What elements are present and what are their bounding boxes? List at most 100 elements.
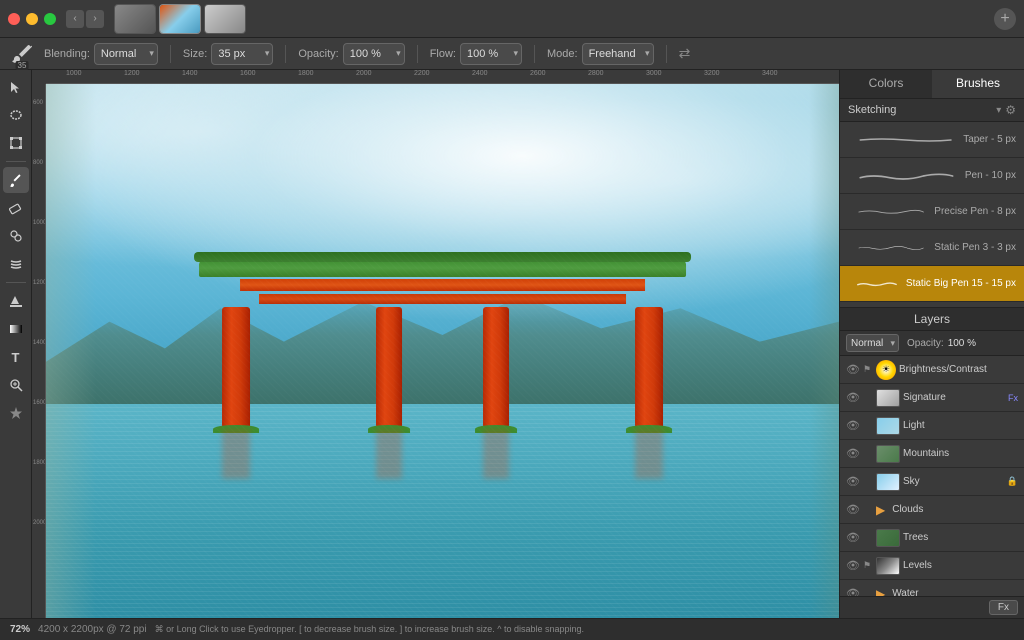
layer-item-clouds[interactable]: 👁 ▶ Clouds <box>840 496 1024 524</box>
tool-transform[interactable] <box>3 130 29 156</box>
tool-star[interactable] <box>3 400 29 426</box>
doc-tab-2[interactable] <box>159 4 201 34</box>
panel-tabs: Colors Brushes <box>840 70 1024 99</box>
size-control: Size: 35 px <box>183 43 273 65</box>
brush-preview-pen <box>856 166 957 186</box>
brush-preview-taper <box>856 130 955 150</box>
tool-text[interactable]: T <box>3 344 29 370</box>
brush-item-static-small[interactable]: Static Pen 3 - 3 px <box>840 230 1024 266</box>
layer-item-water[interactable]: 👁 ▶ Water <box>840 580 1024 596</box>
layer-eye-trees[interactable]: 👁 <box>846 531 860 544</box>
layer-item-signature[interactable]: 👁 Signature Fx <box>840 384 1024 412</box>
panel-bottom-bar: Fx <box>840 596 1024 618</box>
tool-zoom[interactable] <box>3 372 29 398</box>
doc-tab-3[interactable] <box>204 4 246 34</box>
layer-item-mountains[interactable]: 👁 Mountains <box>840 440 1024 468</box>
minimize-button[interactable] <box>26 13 38 25</box>
tool-lasso[interactable] <box>3 102 29 128</box>
tab-colors[interactable]: Colors <box>840 70 932 98</box>
forward-arrow[interactable]: › <box>86 10 104 28</box>
tool-separator-1 <box>6 161 26 162</box>
tool-gradient[interactable] <box>3 316 29 342</box>
layer-lock-sky: 🔒 <box>1007 476 1018 487</box>
add-tab-button[interactable]: + <box>994 8 1016 30</box>
brush-tool-indicator: 35 <box>8 40 36 68</box>
flow-control: Flow: 100 % <box>430 43 522 65</box>
tool-clone[interactable] <box>3 223 29 249</box>
doc-tab-1[interactable] <box>114 4 156 34</box>
layer-item-trees[interactable]: 👁 Trees <box>840 524 1024 552</box>
brush-preview-precise <box>856 202 926 222</box>
layer-eye-sky[interactable]: 👁 <box>846 475 860 488</box>
canvas-area[interactable]: 1000 1200 1400 1600 1800 2000 2200 2400 … <box>32 70 839 618</box>
tool-brush[interactable] <box>3 167 29 193</box>
tool-fill[interactable] <box>3 288 29 314</box>
brush-name-taper: Taper - 5 px <box>963 134 1016 145</box>
layer-thumb-levels <box>876 557 900 575</box>
tool-smudge[interactable] <box>3 251 29 277</box>
layer-eye-signature[interactable]: 👁 <box>846 391 860 404</box>
brush-item-static-big[interactable]: Static Big Pen 15 - 15 px <box>840 266 1024 302</box>
statusbar: 72% 4200 x 2200px @ 72 ppi ⌘ or Long Cli… <box>0 618 1024 640</box>
layer-item-levels[interactable]: 👁 ⚑ Levels <box>840 552 1024 580</box>
traffic-lights <box>8 13 56 25</box>
layer-item-light[interactable]: 👁 Light <box>840 412 1024 440</box>
opacity-select[interactable]: 100 % <box>343 43 405 65</box>
layer-thumb-signature <box>876 389 900 407</box>
brush-preview-static-small <box>856 238 926 258</box>
size-select[interactable]: 35 px <box>211 43 273 65</box>
torii-nuki2 <box>259 294 627 304</box>
tool-eraser[interactable] <box>3 195 29 221</box>
layer-eye-light[interactable]: 👁 <box>846 419 860 432</box>
brush-preview-static-big <box>856 274 898 294</box>
layers-list: 👁 ⚑ ☀ Brightness/Contrast 👁 Signature Fx… <box>840 356 1024 596</box>
layers-blend-select[interactable]: Normal <box>846 334 899 352</box>
layer-item-brightness[interactable]: 👁 ⚑ ☀ Brightness/Contrast <box>840 356 1024 384</box>
layer-item-sky[interactable]: 👁 Sky 🔒 <box>840 468 1024 496</box>
toolbar-divider-4 <box>534 45 535 63</box>
layers-title: Layers <box>914 312 950 326</box>
sync-icon[interactable]: ⇄ <box>679 45 691 62</box>
fx-button[interactable]: Fx <box>989 600 1018 615</box>
mode-select[interactable]: Freehand <box>582 43 654 65</box>
ruler-top: 1000 1200 1400 1600 1800 2000 2200 2400 … <box>46 70 839 84</box>
brush-size-badge: 35 <box>16 61 29 70</box>
mode-label: Mode: <box>547 48 578 60</box>
blending-control: Blending: Normal Multiply Screen <box>44 43 158 65</box>
brush-item-pen[interactable]: Pen - 10 px <box>840 158 1024 194</box>
brush-name-static-big: Static Big Pen 15 - 15 px <box>906 278 1016 289</box>
layer-thumb-light <box>876 417 900 435</box>
close-button[interactable] <box>8 13 20 25</box>
brush-item-taper[interactable]: Taper - 5 px <box>840 122 1024 158</box>
blending-label: Blending: <box>44 48 90 60</box>
zoom-level: 72% <box>10 624 30 635</box>
toolbar: 35 Blending: Normal Multiply Screen Size… <box>0 38 1024 70</box>
layer-eye-water[interactable]: 👁 <box>846 587 860 596</box>
layer-name-clouds: Clouds <box>892 504 1018 515</box>
canvas-image[interactable] <box>46 84 839 618</box>
size-label: Size: <box>183 48 207 60</box>
brush-item-precise[interactable]: Precise Pen - 8 px <box>840 194 1024 230</box>
brush-category-chevron[interactable]: ▾ <box>996 105 1001 116</box>
brush-category-gear[interactable]: ⚙ <box>1005 103 1016 117</box>
layer-eye-clouds[interactable]: 👁 <box>846 503 860 516</box>
layer-folder-water: ▶ <box>876 587 885 597</box>
layer-eye-brightness[interactable]: 👁 <box>846 363 860 376</box>
tool-select[interactable] <box>3 74 29 100</box>
layer-eye-levels[interactable]: 👁 <box>846 559 860 572</box>
main-area: T 1000 1200 1400 1600 1800 2000 2200 240… <box>0 70 1024 618</box>
tool-separator-2 <box>6 282 26 283</box>
layer-thumb-mountains <box>876 445 900 463</box>
torii-kasagi <box>199 259 687 277</box>
back-arrow[interactable]: ‹ <box>66 10 84 28</box>
flow-label: Flow: <box>430 48 456 60</box>
flow-select[interactable]: 100 % <box>460 43 522 65</box>
ruler-corner <box>32 70 46 84</box>
blending-select[interactable]: Normal Multiply Screen <box>94 43 158 65</box>
layer-name-light: Light <box>903 420 1018 431</box>
layer-eye-mountains[interactable]: 👁 <box>846 447 860 460</box>
opacity-control: Opacity: 100 % <box>298 43 404 65</box>
mode-control: Mode: Freehand <box>547 43 654 65</box>
tab-brushes[interactable]: Brushes <box>932 70 1024 98</box>
maximize-button[interactable] <box>44 13 56 25</box>
